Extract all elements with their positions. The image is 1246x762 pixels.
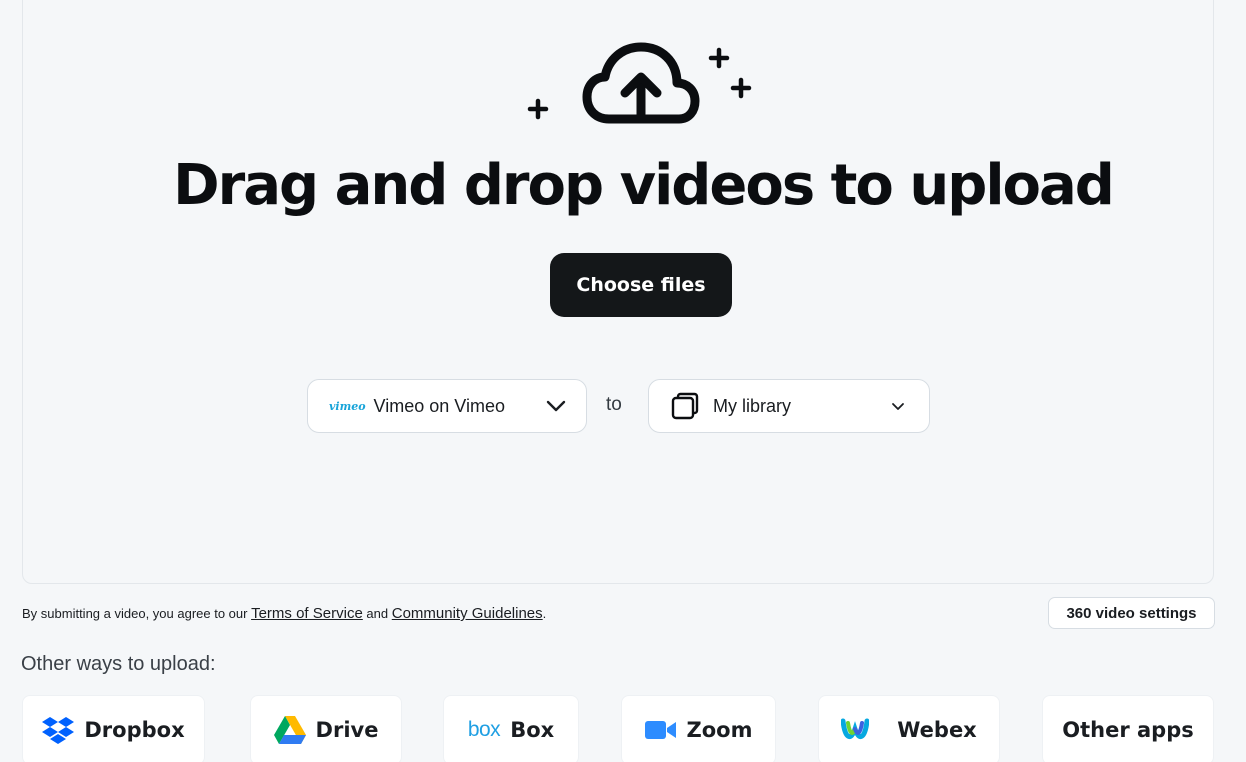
dropbox-button[interactable]: Dropbox xyxy=(22,695,205,762)
zoom-label: Zoom xyxy=(686,718,753,742)
legal-suffix: . xyxy=(542,606,547,621)
other-apps-label: Other apps xyxy=(1062,718,1194,742)
box-button[interactable]: box Box xyxy=(443,695,579,762)
terms-of-service-link[interactable]: Terms of Service xyxy=(251,605,363,622)
vimeo-logo-icon: vimeo xyxy=(329,399,366,413)
source-select-value: Vimeo on Vimeo xyxy=(373,395,505,416)
other-apps-button[interactable]: Other apps xyxy=(1042,695,1214,762)
box-label: Box xyxy=(510,718,555,742)
other-ways-title: Other ways to upload: xyxy=(21,653,216,675)
box-icon: box xyxy=(467,718,501,741)
chevron-down-icon xyxy=(892,403,904,410)
360-video-settings-button[interactable]: 360 video settings xyxy=(1048,597,1215,629)
page-title: Drag and drop videos to upload xyxy=(173,153,1115,218)
legal-notice: By submitting a video, you agree to our … xyxy=(22,605,546,622)
webex-icon xyxy=(841,718,870,739)
destination-folder-select[interactable]: My library xyxy=(648,379,930,433)
upload-sources-row: Dropbox Drive box Box Zoom Webex Other a… xyxy=(0,695,1246,762)
drop-zone[interactable]: Drag and drop videos to upload Choose fi… xyxy=(22,0,1214,584)
to-label: to xyxy=(606,394,622,415)
drive-label: Drive xyxy=(315,718,379,742)
source-account-select[interactable]: vimeo Vimeo on Vimeo xyxy=(307,379,587,433)
library-icon xyxy=(671,392,699,420)
legal-and: and xyxy=(366,606,389,621)
cloud-upload-icon xyxy=(527,42,752,124)
webex-button[interactable]: Webex xyxy=(818,695,1000,762)
legal-prefix: By submitting a video, you agree to our xyxy=(22,606,248,621)
choose-files-button[interactable]: Choose files xyxy=(550,253,732,317)
webex-label: Webex xyxy=(897,718,977,742)
upload-page: Drag and drop videos to upload Choose fi… xyxy=(0,0,1246,762)
dropbox-label: Dropbox xyxy=(84,718,185,742)
zoom-button[interactable]: Zoom xyxy=(621,695,776,762)
google-drive-icon xyxy=(273,716,306,744)
community-guidelines-link[interactable]: Community Guidelines xyxy=(392,605,543,622)
zoom-icon xyxy=(644,721,676,739)
drive-button[interactable]: Drive xyxy=(250,695,402,762)
chevron-down-icon xyxy=(546,400,566,412)
dropbox-icon xyxy=(42,717,75,744)
destination-select-value: My library xyxy=(713,395,792,416)
